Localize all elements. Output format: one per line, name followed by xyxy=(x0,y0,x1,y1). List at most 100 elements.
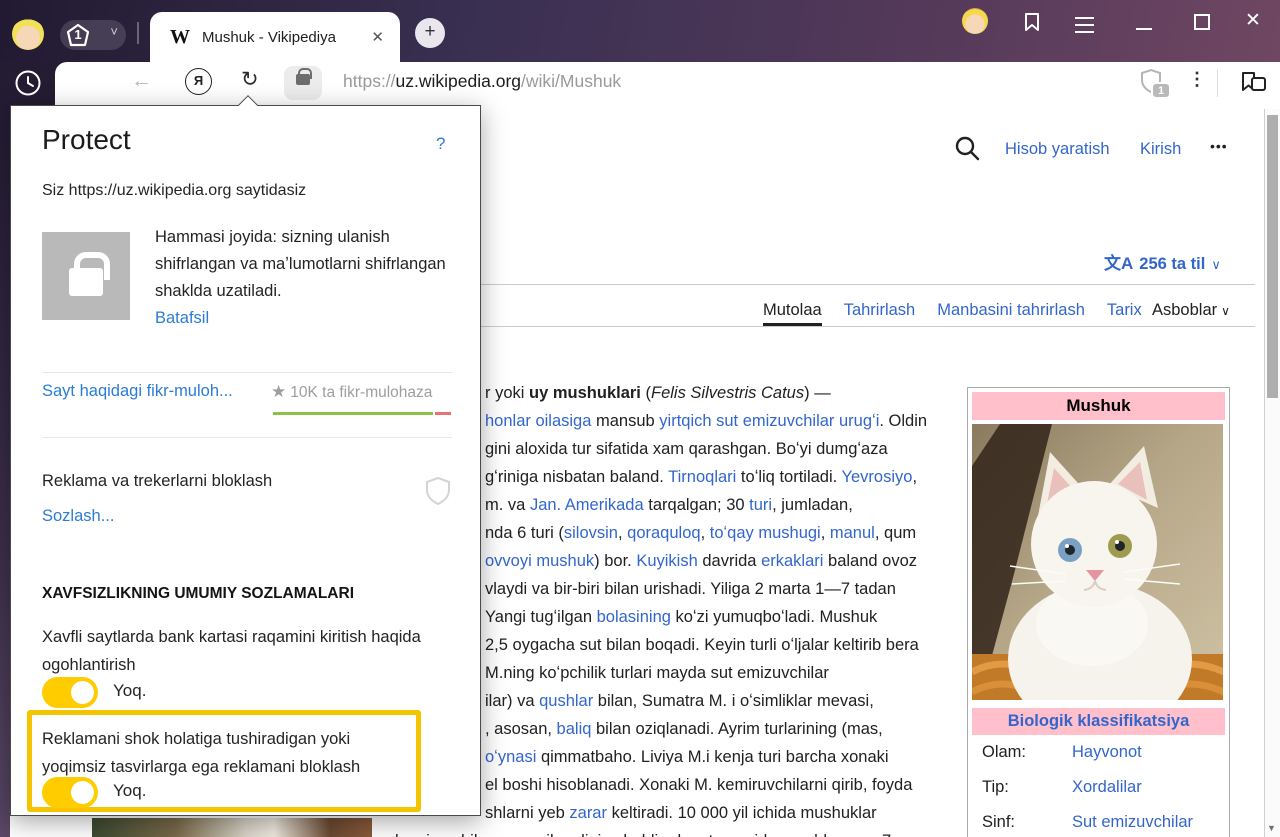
tabs-divider xyxy=(481,326,1255,327)
article-link[interactable]: Yevrosiyo xyxy=(842,468,913,486)
article-link[interactable]: Jan. Amerikada xyxy=(530,496,644,514)
browser-tab[interactable]: W Mushuk - Vikipediya ✕ xyxy=(150,12,400,62)
url-actions-icon[interactable]: ⋮ xyxy=(1188,69,1206,90)
security-section-header: XAVFSIZLIKNING UMUMIY SOZLAMALARI xyxy=(42,585,354,603)
article-link[interactable]: manul xyxy=(830,524,875,542)
article-link[interactable]: qoraquloq xyxy=(627,524,700,542)
adblock-shield-icon xyxy=(424,476,452,508)
article-text-segment: gʻriniga nisbatan baland. xyxy=(485,468,668,486)
article-text-segment: Yangi tugʻilgan xyxy=(485,608,597,626)
login-link[interactable]: Kirish xyxy=(1140,140,1181,159)
article-tab-tahrirlash[interactable]: Tahrirlash xyxy=(844,301,916,320)
create-account-link[interactable]: Hisob yaratish xyxy=(1005,140,1110,159)
chevron-down-icon[interactable]: ˅ xyxy=(110,24,118,39)
article-link[interactable]: zarar xyxy=(569,804,607,822)
article-tab-manbasini-tahrirlash[interactable]: Manbasini tahrirlash xyxy=(937,301,1085,320)
article-line: shlarni yeb zarar keltiradi. 10 000 yil … xyxy=(485,799,927,827)
window-left-edge xyxy=(0,105,10,837)
site-security-button[interactable] xyxy=(284,66,322,100)
article-link[interactable]: oʻynasi xyxy=(485,748,536,766)
search-icon[interactable] xyxy=(954,135,982,163)
close-button[interactable]: ✕ xyxy=(1245,9,1261,32)
yandex-icon[interactable]: Я xyxy=(185,68,212,95)
infobox: Mushuk xyxy=(967,387,1230,837)
taxonomy-label: Tip: xyxy=(982,778,1072,797)
article-line: kemiruvchilarga ov qilganligi sababli od… xyxy=(395,827,927,837)
cat-photo[interactable] xyxy=(972,424,1225,705)
article-link[interactable]: turi xyxy=(749,496,772,514)
article-tab-mutolaa[interactable]: Mutolaa xyxy=(763,301,822,320)
secure-connection-tile xyxy=(42,232,130,320)
article-link[interactable]: erkaklari xyxy=(761,552,823,570)
protect-shield-button[interactable]: 1 xyxy=(1139,68,1173,100)
address-bar: ← Я ↻ https://uz.wikipedia.org/wiki/Mush… xyxy=(0,62,1280,105)
maximize-button[interactable] xyxy=(1194,14,1210,30)
tab-close-icon[interactable]: ✕ xyxy=(367,28,388,46)
article-link[interactable]: silovsin xyxy=(564,524,618,542)
bookmarks-icon[interactable] xyxy=(1021,10,1045,34)
article-line: vlaydi va bir-biri bilan urishadi. Yilig… xyxy=(485,575,927,603)
article-link[interactable]: bolasining xyxy=(597,608,671,626)
taxonomy-link[interactable]: Hayvonot xyxy=(1072,743,1142,762)
close-icon: ✕ xyxy=(1245,10,1261,31)
minimize-button[interactable] xyxy=(1136,28,1152,30)
bank-warning-label: Xavfli saytlarda bank kartasi raqamini k… xyxy=(42,623,432,679)
article-text-segment: , asosan, xyxy=(485,720,557,738)
bank-warning-toggle[interactable] xyxy=(42,677,98,708)
article-link[interactable]: ovvoyi mushuk xyxy=(485,552,594,570)
article-link[interactable]: Kuyikish xyxy=(636,552,697,570)
url-text[interactable]: https://uz.wikipedia.org/wiki/Mushuk xyxy=(343,71,621,92)
adblock-settings-link[interactable]: Sozlash... xyxy=(42,507,114,526)
article-text-segment: , xyxy=(701,524,710,542)
scrollbar-thumb[interactable] xyxy=(1267,115,1278,398)
menu-icon[interactable] xyxy=(1075,17,1094,38)
article-link[interactable]: honlar oilasiga xyxy=(485,412,591,430)
new-tab-button[interactable]: + xyxy=(415,18,445,48)
article-line: M.ning koʻpchilik turlari mayda sut emiz… xyxy=(485,659,927,687)
article-text-segment: ) bor. xyxy=(594,552,636,570)
tab-title: Mushuk - Vikipediya xyxy=(202,29,367,46)
article-line: , asosan, baliq bilan oziqlanadi. Ayrim … xyxy=(485,715,927,743)
url-host: uz.wikipedia.org xyxy=(396,71,521,91)
tools-menu[interactable]: Asboblar∨ xyxy=(1152,301,1230,320)
tab-groups-button[interactable]: 1 ˅ xyxy=(60,20,126,50)
taxonomy-row: Olam:Hayvonot xyxy=(972,735,1225,770)
help-icon[interactable]: ? xyxy=(436,134,445,154)
details-link[interactable]: Batafsil xyxy=(155,309,209,328)
site-feedback-link[interactable]: Sayt haqidagi fikr-muloh... xyxy=(42,382,233,401)
article-line: el boshi hisoblanadi. Xonaki M. kemiruvc… xyxy=(485,771,927,799)
wikipedia-favicon: W xyxy=(170,26,190,49)
language-count: 256 ta til xyxy=(1139,255,1205,273)
scroll-down-icon[interactable]: ▼ xyxy=(1267,823,1276,833)
profile-avatar[interactable] xyxy=(12,18,44,50)
infobox-title: Mushuk xyxy=(972,392,1225,420)
back-icon[interactable]: ← xyxy=(131,69,152,93)
article-text-segment: kemiruvchilarga ov qilganligi sababli od… xyxy=(395,832,891,837)
article-text-segment: m. va xyxy=(485,496,530,514)
article-tab-tarix[interactable]: Tarix xyxy=(1107,301,1142,320)
sync-avatar[interactable] xyxy=(962,8,988,34)
page-scrollbar[interactable]: ▼ xyxy=(1264,109,1280,837)
more-options-icon[interactable]: ••• xyxy=(1210,138,1228,154)
article-link[interactable]: yirtqich sut emizuvchilar urugʻi xyxy=(659,412,879,430)
address-bar-field[interactable]: ← Я ↻ https://uz.wikipedia.org/wiki/Mush… xyxy=(55,62,1280,105)
article-link[interactable]: qushlar xyxy=(539,692,593,710)
refresh-icon[interactable]: ↻ xyxy=(241,67,259,92)
titlebar-divider xyxy=(137,22,139,44)
shock-ads-toggle[interactable] xyxy=(42,777,98,808)
taxonomy-link[interactable]: Xordalilar xyxy=(1072,778,1142,797)
article-text-segment: shlarni yeb xyxy=(485,804,569,822)
url-scheme: https:// xyxy=(343,71,396,91)
collections-icon[interactable] xyxy=(1239,70,1269,96)
article-link[interactable]: baliq xyxy=(557,720,592,738)
article-text-segment: ) — xyxy=(804,384,831,402)
article-link[interactable]: Tirnoqlari xyxy=(668,468,736,486)
taxonomy-link[interactable]: Sut emizuvchilar xyxy=(1072,813,1193,832)
lock-icon xyxy=(69,268,103,296)
header-divider xyxy=(481,284,1255,285)
infobox-section-link[interactable]: Biologik klassifikatsiya xyxy=(972,708,1225,735)
language-button[interactable]: 文A256 ta til∨ xyxy=(1104,249,1221,274)
article-link[interactable]: toʻqay mushugi xyxy=(710,524,821,542)
history-icon[interactable] xyxy=(14,69,42,97)
browser-window: 1 ˅ W Mushuk - Vikipediya ✕ + ✕ ← Я ↻ xyxy=(0,0,1280,837)
